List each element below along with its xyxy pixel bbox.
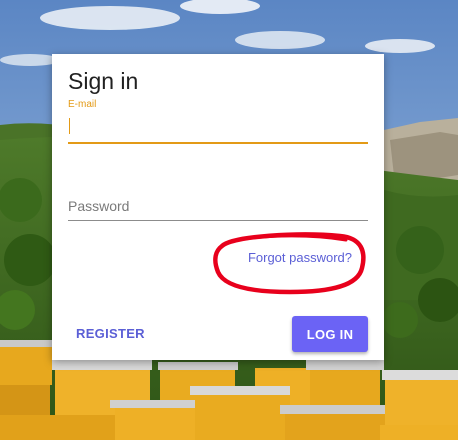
login-button[interactable]: LOG IN (292, 316, 368, 352)
email-field[interactable] (68, 112, 368, 144)
sign-in-card: Sign in E-mail Forgot password? REGISTER… (52, 54, 384, 360)
register-button[interactable]: REGISTER (76, 326, 145, 341)
forgot-password-link[interactable]: Forgot password? (248, 250, 352, 265)
email-label: E-mail (68, 99, 97, 110)
page-title: Sign in (68, 68, 139, 94)
password-field[interactable] (68, 192, 368, 221)
text-caret (69, 118, 70, 134)
